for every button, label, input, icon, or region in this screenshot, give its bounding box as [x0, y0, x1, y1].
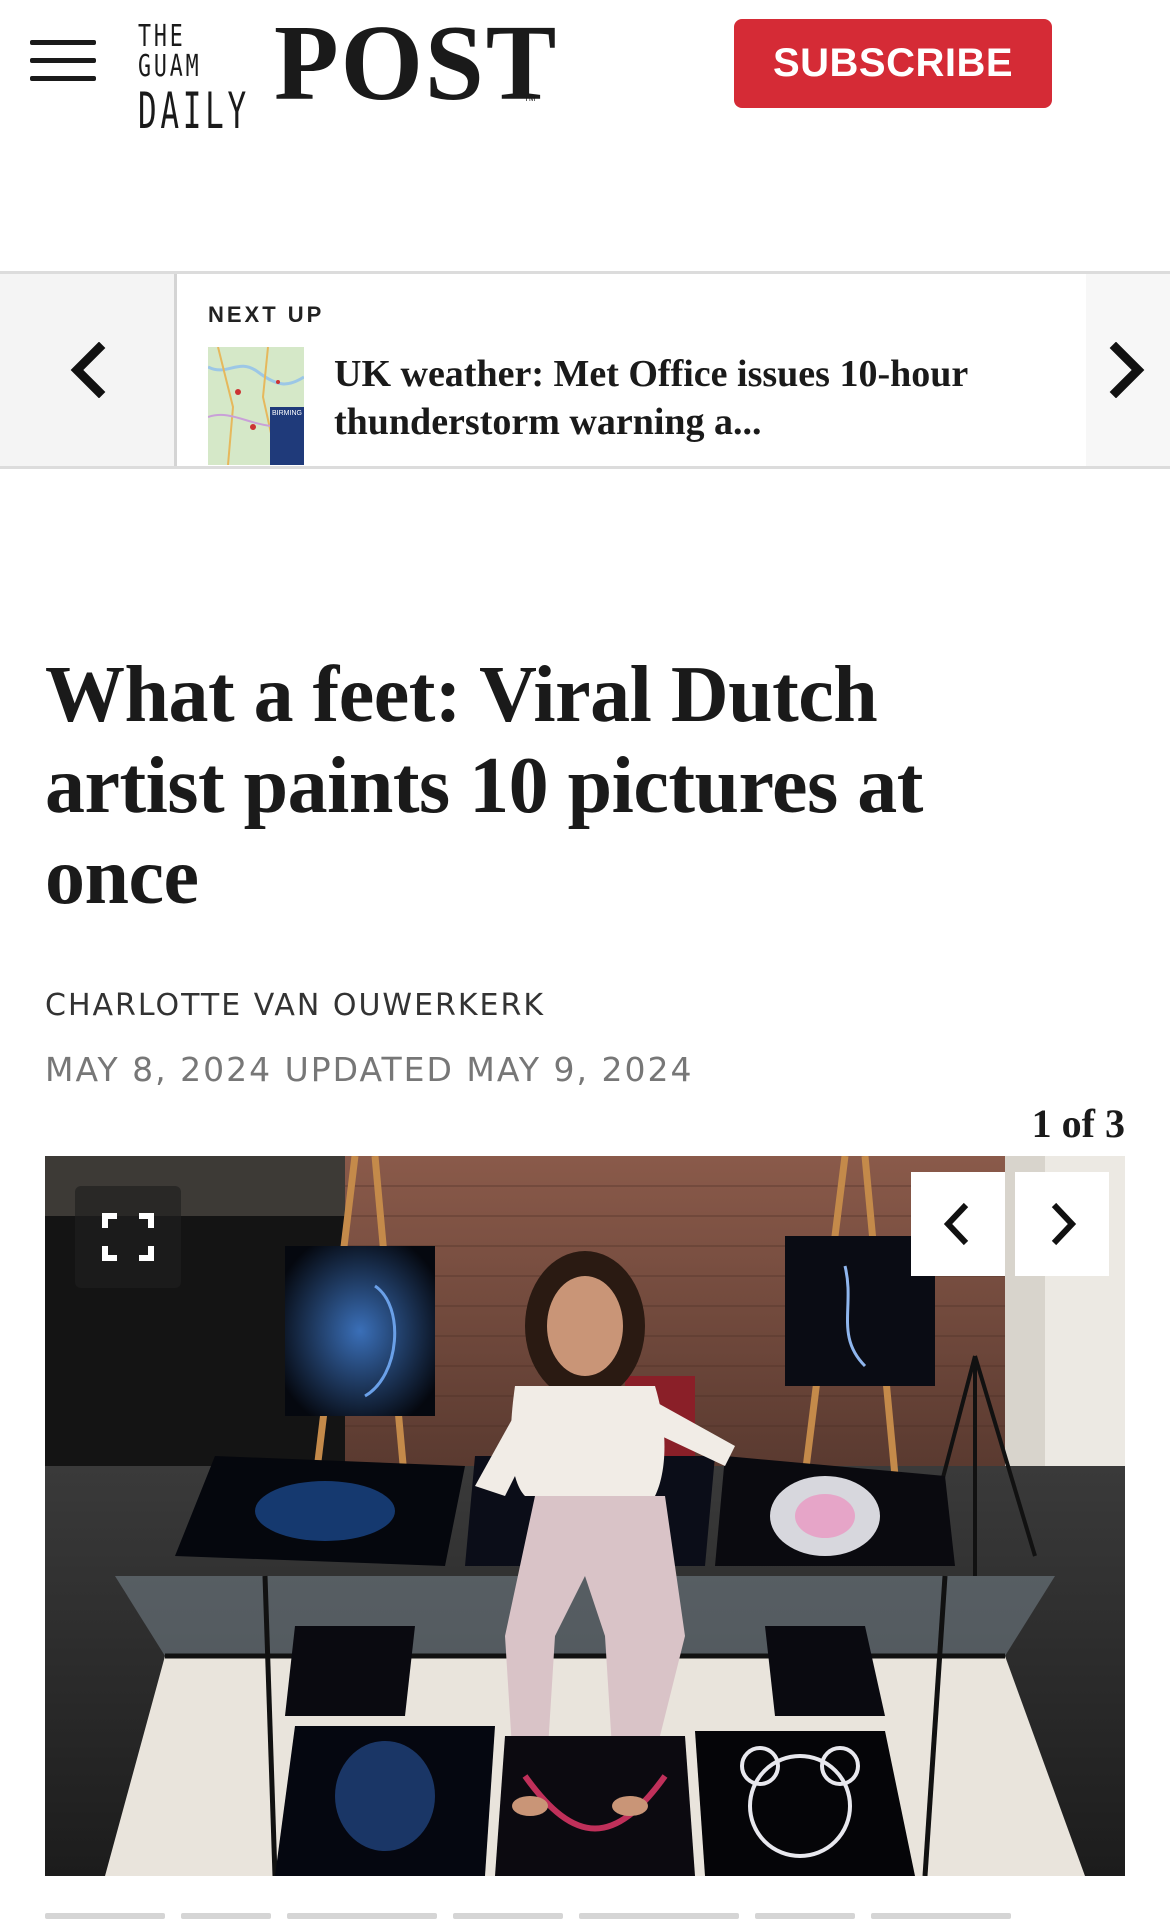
article-byline[interactable]: CHARLOTTE VAN OUWERKERK: [45, 988, 545, 1023]
logo-post: POST: [274, 4, 559, 123]
gallery-prev-button[interactable]: [911, 1172, 1005, 1276]
gallery-counter: 1 of 3: [1031, 1101, 1125, 1146]
chevron-right-icon: [1109, 342, 1145, 398]
next-up-next-button[interactable]: [1086, 274, 1170, 466]
photo-gallery[interactable]: [45, 1156, 1125, 1876]
next-up-bar: NEXT UP BIRMING UK weather: Met Office i…: [0, 271, 1170, 469]
article-dateline: MAY 8, 2024 UPDATED MAY 9, 2024: [45, 1050, 694, 1089]
site-logo[interactable]: THE GUAM DAILY POST TM: [138, 10, 556, 137]
map-thumbnail-image: BIRMING: [208, 347, 304, 465]
fullscreen-icon: [102, 1213, 154, 1261]
fullscreen-button[interactable]: [75, 1186, 181, 1288]
site-header: THE GUAM DAILY POST TM SUBSCRIBE: [0, 0, 1170, 137]
logo-daily: DAILY: [138, 82, 250, 140]
logo-trademark: TM: [524, 94, 536, 103]
chevron-left-icon: [70, 342, 106, 398]
next-up-thumbnail[interactable]: BIRMING: [208, 347, 304, 465]
logo-wordmark-small: THE GUAM DAILY: [138, 19, 258, 140]
chevron-left-icon: [943, 1202, 969, 1246]
next-up-prev-button[interactable]: [0, 274, 177, 466]
article-body-cut-off: [45, 1900, 1125, 1919]
gallery-next-button[interactable]: [1015, 1172, 1109, 1276]
next-up-label: NEXT UP: [208, 302, 325, 327]
subscribe-button[interactable]: SUBSCRIBE: [734, 19, 1052, 108]
chevron-right-icon: [1051, 1202, 1077, 1246]
article-headline: What a feet: Viral Dutch artist paints 1…: [45, 651, 923, 921]
logo-the-guam: THE GUAM: [138, 19, 202, 84]
next-up-title-link[interactable]: UK weather: Met Office issues 10-hour th…: [334, 350, 1034, 446]
hamburger-menu-icon[interactable]: [30, 38, 96, 84]
map-thumb-label: BIRMING: [272, 410, 302, 417]
